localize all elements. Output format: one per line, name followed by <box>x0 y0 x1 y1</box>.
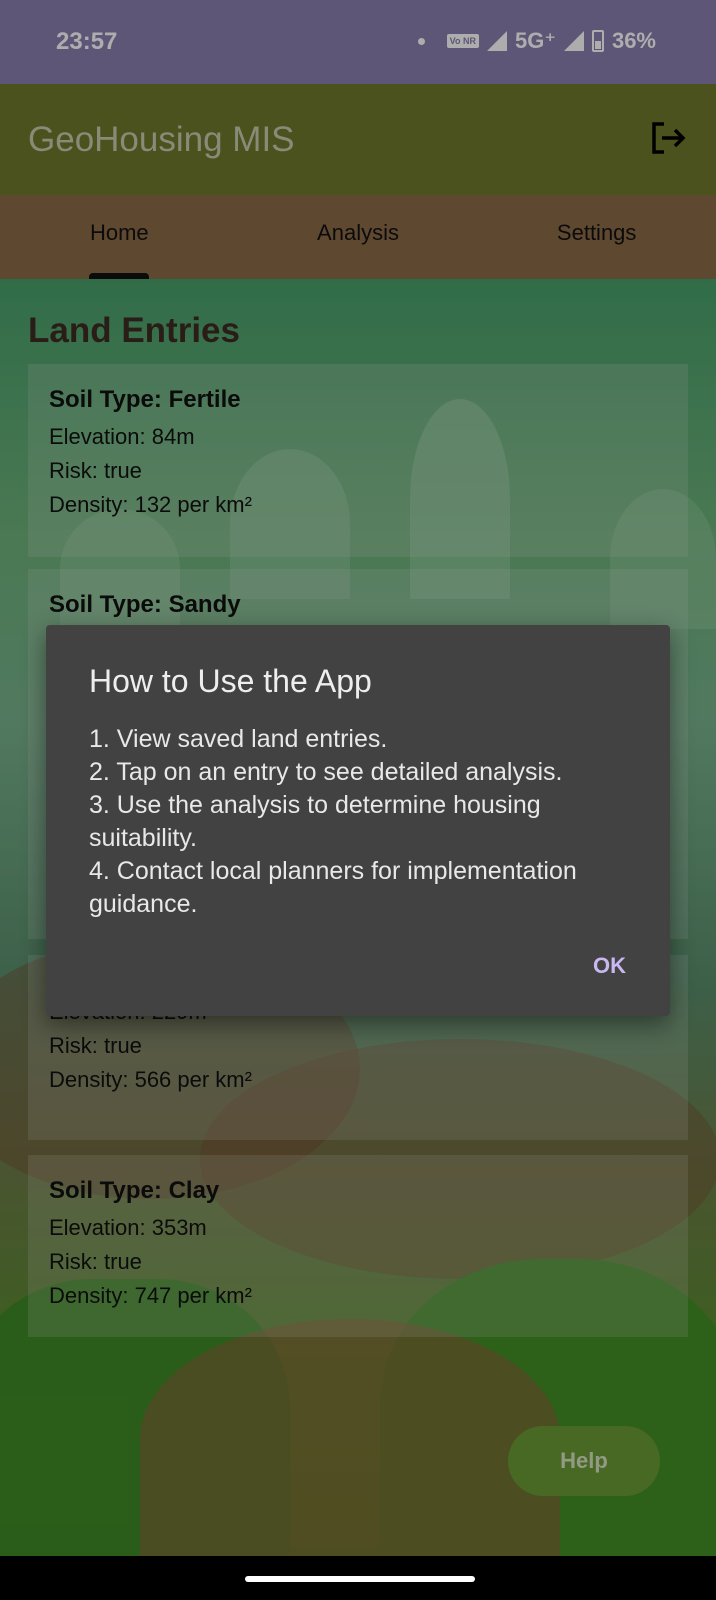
dialog-title: How to Use the App <box>89 663 372 699</box>
help-dialog: How to Use the App 1. View saved land en… <box>46 625 670 1016</box>
ok-button[interactable]: OK <box>593 953 626 979</box>
home-handle[interactable] <box>245 1576 475 1582</box>
gesture-nav-bar <box>0 1556 716 1600</box>
dialog-body: 1. View saved land entries. 2. Tap on an… <box>89 725 577 918</box>
